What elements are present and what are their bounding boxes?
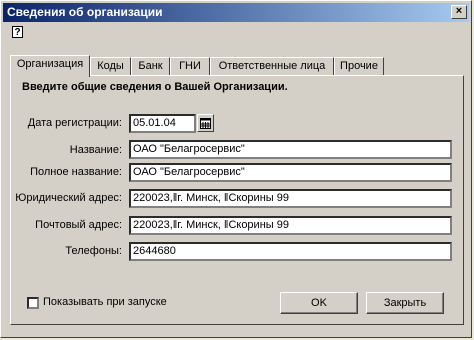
name-label: Название: — [69, 144, 122, 156]
tab-codes[interactable]: Коды — [90, 57, 131, 75]
reg-date-label: Дата регистрации: — [27, 117, 122, 129]
postal-address-field[interactable]: 220023,‖г. Минск, ‖Скорины 99 — [129, 216, 452, 235]
show-on-start-label: Показывать при запуске — [43, 296, 167, 308]
full-name-label: Полное название: — [30, 166, 122, 178]
full-name-field[interactable]: ОАО "Белагросервис" — [129, 163, 452, 182]
tab-other[interactable]: Прочие — [334, 57, 384, 75]
phones-field[interactable]: 2644680 — [129, 242, 452, 261]
window-title: Сведения об организации — [7, 5, 163, 19]
name-field[interactable]: ОАО "Белагросервис" — [129, 140, 452, 159]
tab-bank[interactable]: Банк — [131, 57, 170, 75]
help-icon[interactable]: ? — [12, 26, 23, 38]
reg-date-field[interactable]: 05.01.04 — [129, 114, 196, 133]
form-heading: Введите общие сведения о Вашей Организац… — [22, 81, 288, 93]
legal-address-field[interactable]: 220023,‖г. Минск, ‖Скорины 99 — [129, 189, 452, 208]
calendar-icon — [200, 118, 211, 129]
show-on-start-checkbox[interactable] — [27, 297, 39, 309]
tab-gni[interactable]: ГНИ — [170, 57, 210, 75]
phones-label: Телефоны: — [65, 245, 122, 257]
close-button[interactable]: × — [451, 5, 467, 19]
tab-organization[interactable]: Организация — [10, 55, 90, 77]
postal-address-label: Почтовый адрес: — [35, 219, 122, 231]
close-icon: × — [455, 5, 463, 17]
tab-responsible-persons[interactable]: Ответственные лица — [210, 57, 334, 75]
close-dialog-button[interactable]: Закрыть — [366, 292, 444, 314]
ok-button[interactable]: OK — [280, 292, 358, 314]
title-bar: Сведения об организации × — [3, 3, 469, 22]
legal-address-label: Юридический адрес: — [15, 192, 122, 204]
calendar-button[interactable] — [197, 114, 214, 132]
